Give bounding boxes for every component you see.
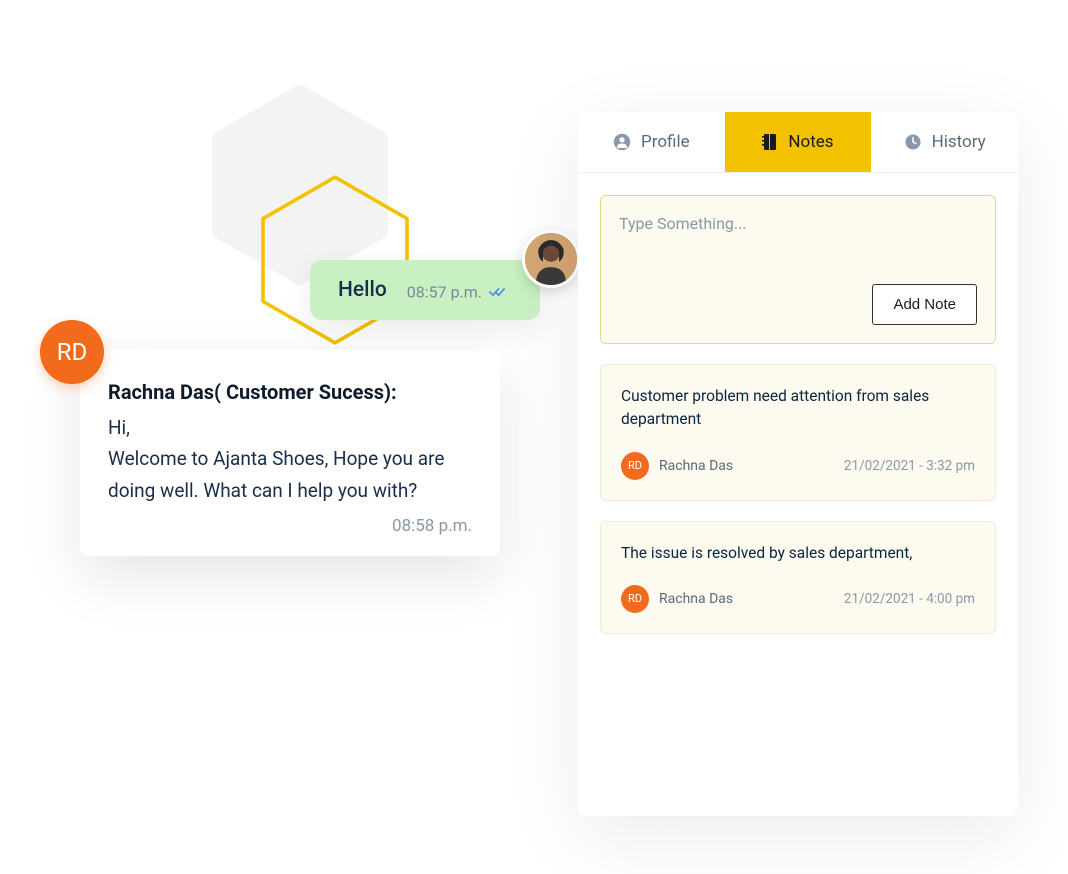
message-sender: Rachna Das( Customer Sucess): xyxy=(108,380,472,404)
note-author: RD Rachna Das xyxy=(621,585,733,613)
agent-avatar: RD xyxy=(40,320,104,384)
notes-panel: Profile Notes History xyxy=(578,112,1018,816)
outgoing-message: Rachna Das( Customer Sucess): Hi, Welcom… xyxy=(80,350,500,556)
author-avatar: RD xyxy=(621,585,649,613)
note-item: Customer problem need attention from sal… xyxy=(600,364,996,501)
tab-profile[interactable]: Profile xyxy=(578,112,725,172)
clock-icon xyxy=(904,133,922,151)
tab-profile-label: Profile xyxy=(641,132,690,152)
incoming-message-text: Hello xyxy=(338,278,387,302)
note-author: RD Rachna Das xyxy=(621,452,733,480)
notes-icon xyxy=(762,133,778,151)
tab-bar: Profile Notes History xyxy=(578,112,1018,173)
tab-notes[interactable]: Notes xyxy=(725,112,872,172)
author-name: Rachna Das xyxy=(659,591,733,607)
tab-history-label: History xyxy=(932,132,986,152)
person-icon xyxy=(613,133,631,151)
add-note-button[interactable]: Add Note xyxy=(872,284,977,325)
author-avatar: RD xyxy=(621,452,649,480)
note-timestamp: 21/02/2021 - 3:32 pm xyxy=(844,458,975,474)
outgoing-message-wrapper: RD Rachna Das( Customer Sucess): Hi, Wel… xyxy=(40,350,560,556)
tab-notes-label: Notes xyxy=(788,132,833,152)
note-text: The issue is resolved by sales departmen… xyxy=(621,542,975,565)
incoming-message: Hello 08:57 p.m. xyxy=(310,260,540,320)
note-timestamp: 21/02/2021 - 4:00 pm xyxy=(844,591,975,607)
user-avatar xyxy=(522,230,580,288)
note-text: Customer problem need attention from sal… xyxy=(621,385,975,432)
compose-note-card: Add Note xyxy=(600,195,996,344)
chat-area: Hello 08:57 p.m. RD Rachna Das( Customer… xyxy=(40,260,560,556)
incoming-message-time: 08:57 p.m. xyxy=(407,282,482,301)
author-name: Rachna Das xyxy=(659,458,733,474)
read-receipt-icon xyxy=(489,282,505,301)
note-item: The issue is resolved by sales departmen… xyxy=(600,521,996,634)
message-body: Hi, Welcome to Ajanta Shoes, Hope you ar… xyxy=(108,412,472,506)
note-input[interactable] xyxy=(619,214,977,274)
outgoing-message-time: 08:58 p.m. xyxy=(108,516,472,536)
tab-history[interactable]: History xyxy=(871,112,1018,172)
panel-content: Add Note Customer problem need attention… xyxy=(578,173,1018,656)
